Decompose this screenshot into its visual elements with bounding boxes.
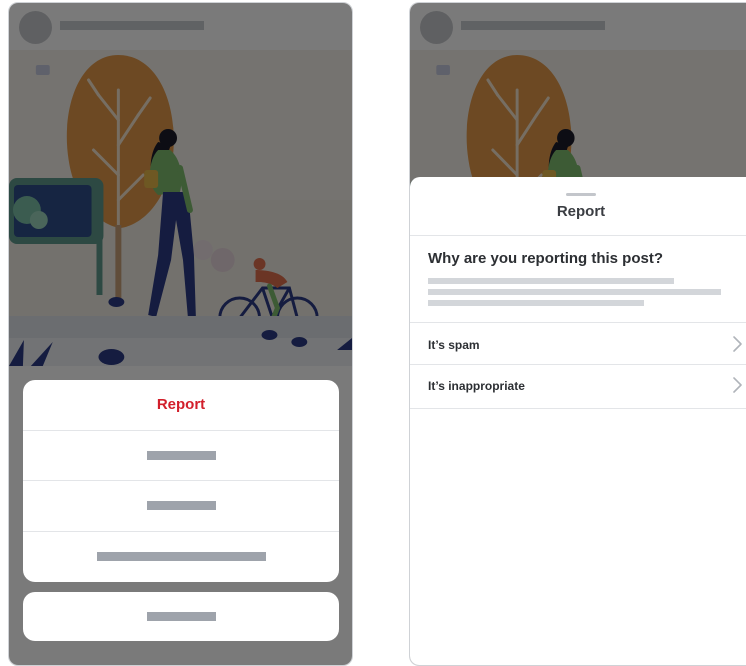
action-option-2[interactable] [23, 431, 339, 481]
divider [410, 235, 746, 236]
report-question: Why are you reporting this post? [428, 250, 664, 267]
chevron-right-icon [733, 336, 742, 352]
description-placeholder [428, 300, 644, 306]
cancel-button[interactable] [23, 592, 339, 641]
report-label: Report [156, 396, 206, 414]
report-bottom-sheet: Report Why are you reporting this post? … [410, 177, 746, 665]
action-option-4[interactable] [23, 532, 339, 583]
option-placeholder [146, 501, 216, 511]
report-option[interactable]: Report [23, 380, 339, 431]
option-placeholder [146, 450, 216, 460]
option-placeholder [96, 552, 266, 562]
reason-inappropriate[interactable]: It’s inappropriate [410, 365, 746, 407]
action-option-3[interactable] [23, 481, 339, 532]
description-placeholder [428, 289, 721, 295]
reason-label: It’s inappropriate [428, 379, 525, 393]
reason-label: It’s spam [428, 338, 480, 352]
chevron-right-icon [733, 377, 742, 393]
description-placeholder [428, 278, 674, 284]
sheet-title: Report [556, 203, 606, 220]
action-sheet: Report [23, 380, 339, 582]
divider [410, 322, 746, 323]
report-reasons-screen: Report Why are you reporting this post? … [409, 2, 746, 666]
sheet-grabber[interactable] [566, 193, 596, 196]
cancel-placeholder [146, 612, 216, 621]
reason-spam[interactable]: It’s spam [410, 324, 746, 366]
divider [410, 408, 746, 409]
post-action-sheet-screen: Report [8, 2, 353, 666]
